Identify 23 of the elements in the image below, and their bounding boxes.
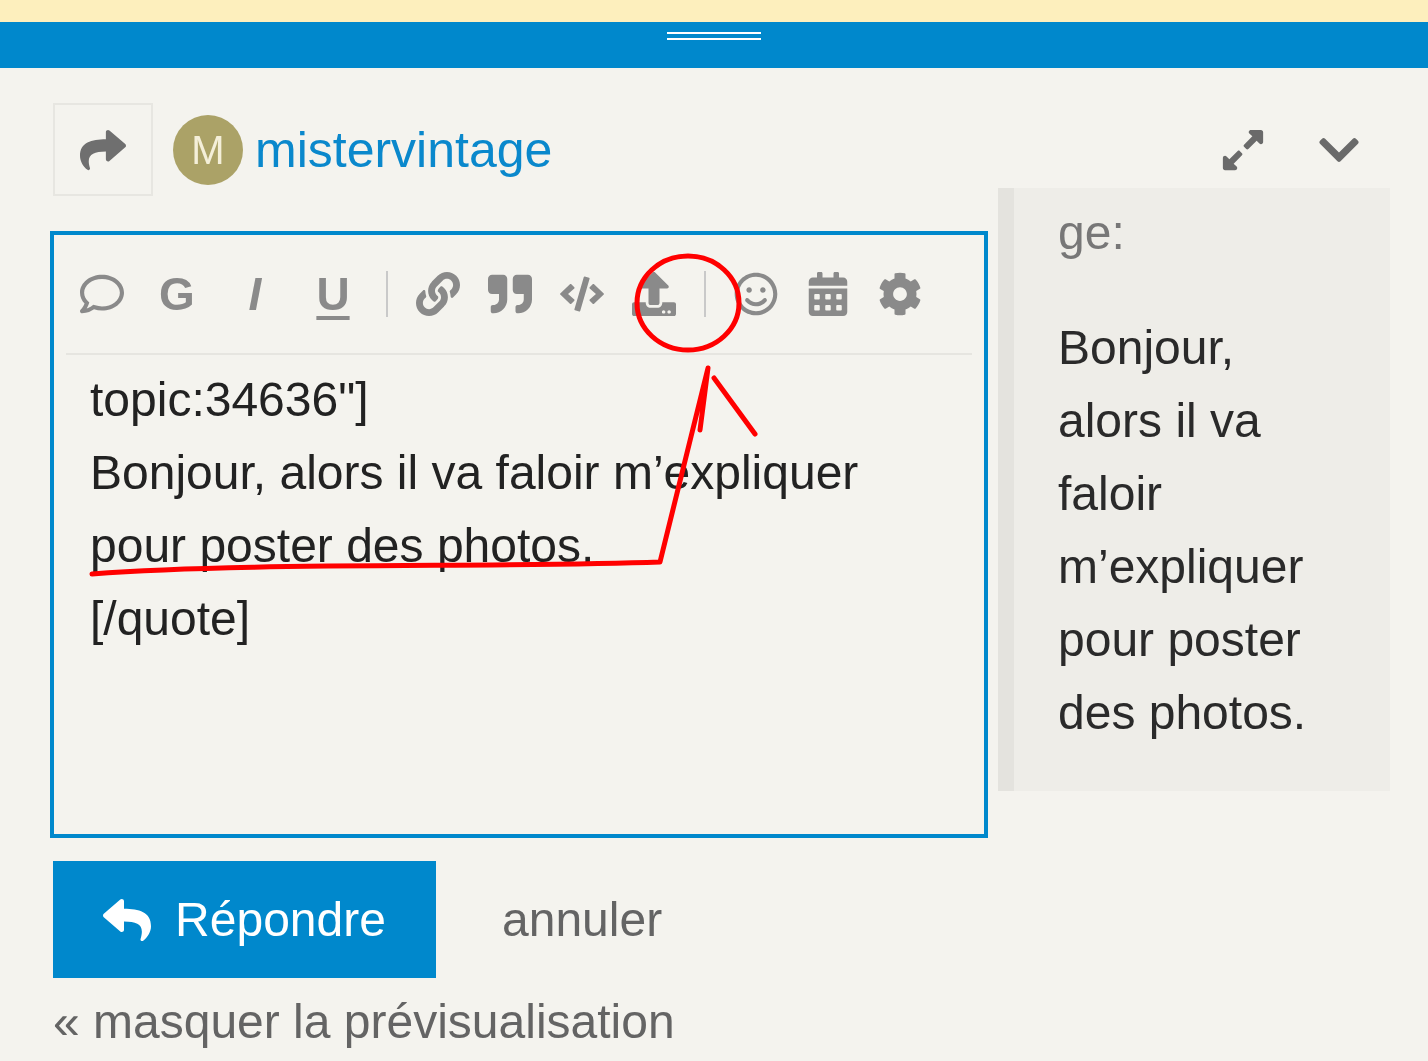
username[interactable]: mistervintage <box>255 124 553 175</box>
editor-text-line: [/quote] <box>90 591 252 647</box>
editor-text-line: pour poster des photos. <box>90 518 596 574</box>
bold-button[interactable]: G <box>152 271 202 317</box>
underline-button[interactable]: U <box>308 271 358 317</box>
editor-text-line: topic:34636"] <box>90 372 370 428</box>
user-avatar: M <box>173 114 243 185</box>
hide-preview-link[interactable]: « masquer la prévisualisation <box>53 986 998 1058</box>
upload-icon[interactable] <box>632 272 676 316</box>
calendar-icon[interactable] <box>806 272 850 316</box>
composer-grip-bar[interactable] <box>0 22 1428 68</box>
preview-paragraph: Bonjour, alors il va faloir m’expliquer pour poster des photos. <box>1058 320 1308 741</box>
cancel-link[interactable]: annuler <box>502 883 663 956</box>
speech-bubble-icon[interactable] <box>80 272 124 316</box>
smiley-icon[interactable] <box>734 272 778 316</box>
reply-button[interactable]: Répondre <box>53 861 436 978</box>
settings-icon[interactable] <box>878 272 922 316</box>
share-button[interactable] <box>53 103 153 196</box>
italic-button[interactable]: I <box>230 271 280 317</box>
link-icon[interactable] <box>416 272 460 316</box>
quote-icon[interactable] <box>488 272 532 316</box>
grip-icon <box>667 32 761 40</box>
preview-text: ge: <box>1058 205 1126 261</box>
